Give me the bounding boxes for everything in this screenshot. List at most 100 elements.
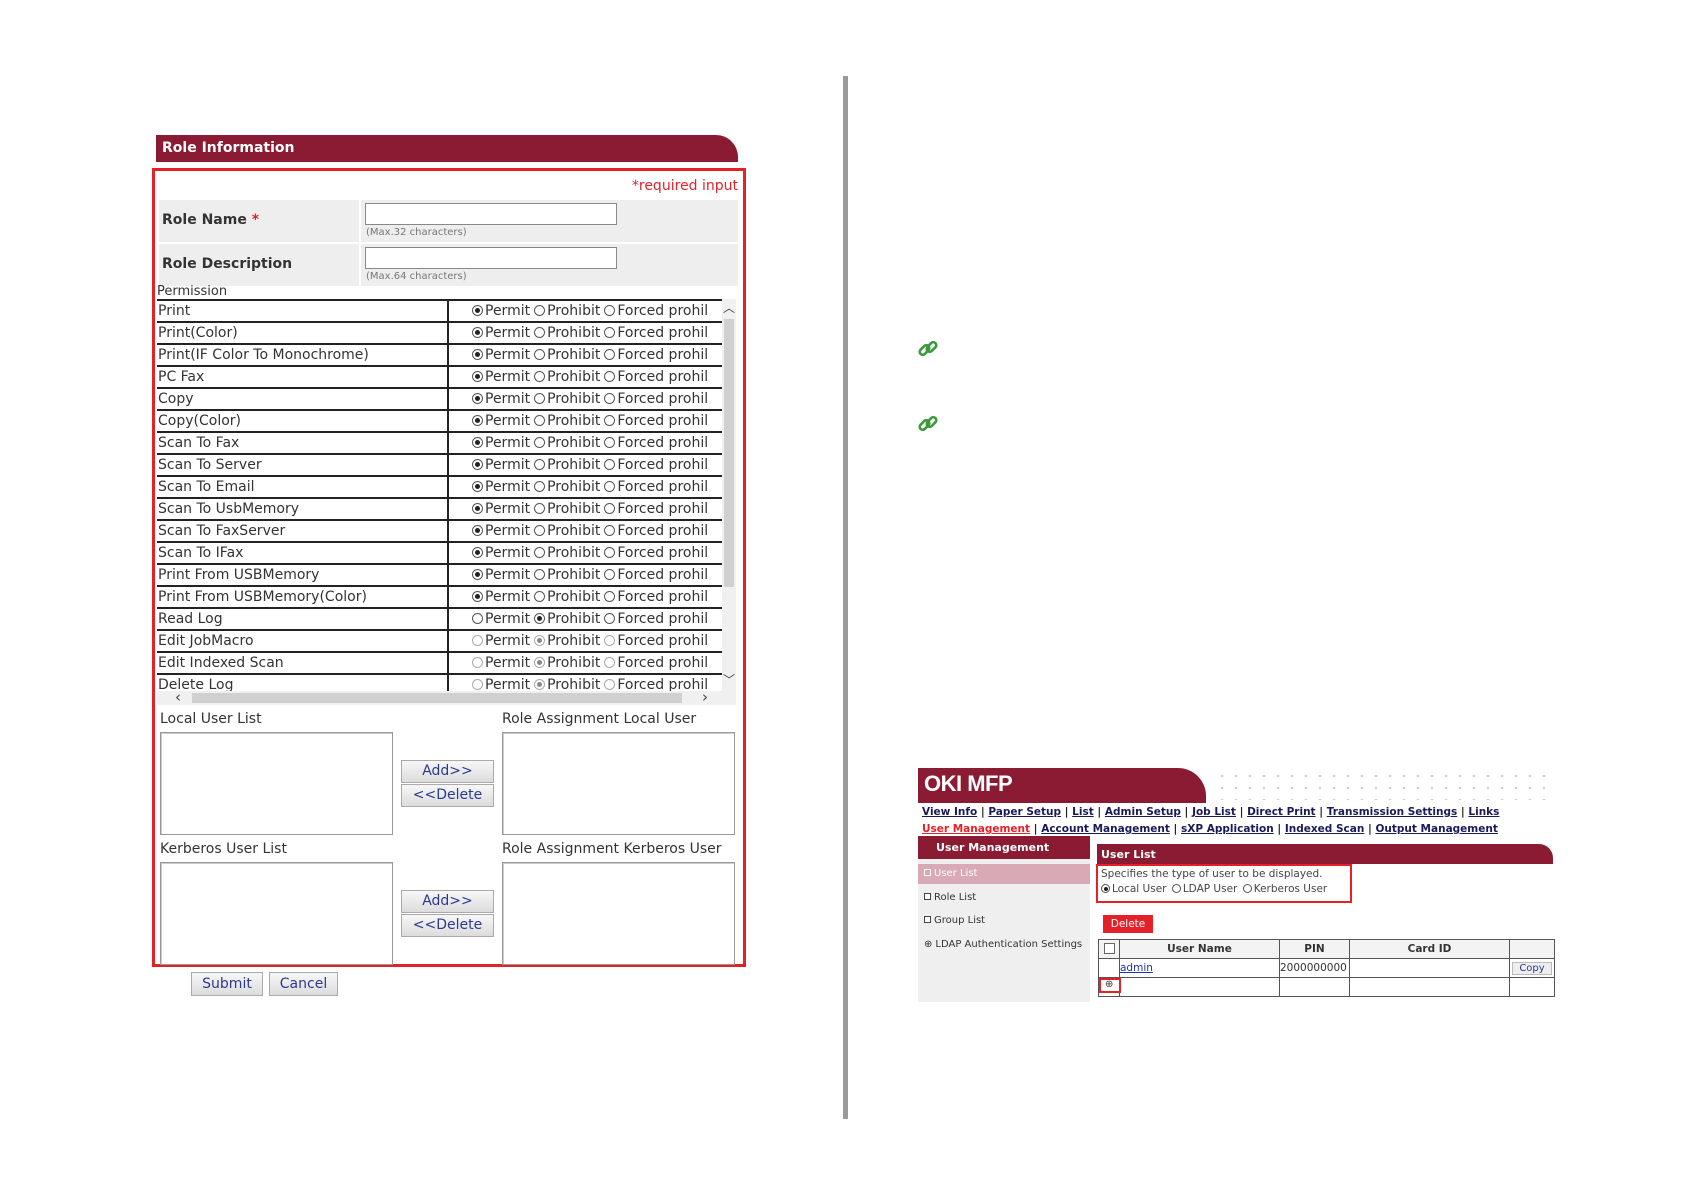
role-assignment-kerberos-list[interactable] [502, 862, 735, 965]
prohibit-radio[interactable] [534, 393, 546, 404]
nav-link-job-list[interactable]: Job List [1192, 806, 1236, 818]
nav-link-user-management[interactable]: User Management [922, 823, 1030, 835]
scroll-up-icon[interactable]: ︿ [723, 299, 735, 316]
nav-link-view-info[interactable]: View Info [922, 806, 977, 818]
nav-link-transmission-settings[interactable]: Transmission Settings [1327, 806, 1458, 818]
delete-button[interactable]: Delete [1103, 915, 1153, 933]
prohibit-radio[interactable] [534, 547, 546, 558]
sidebar-item-role-list[interactable]: Role List [918, 888, 1090, 908]
option-label: Forced prohil [617, 435, 709, 451]
scroll-thumb[interactable] [724, 319, 734, 587]
link-icon[interactable] [917, 338, 939, 360]
role-name-input[interactable] [365, 203, 617, 225]
forced-prohibit-radio[interactable] [604, 371, 616, 382]
forced-prohibit-radio[interactable] [604, 459, 616, 470]
permit-radio[interactable] [472, 415, 483, 426]
select-all-checkbox[interactable] [1103, 942, 1115, 954]
forced-prohibit-radio[interactable] [604, 613, 616, 624]
add-local-button[interactable]: Add>> [401, 760, 494, 783]
local-user-radio[interactable] [1101, 884, 1110, 893]
permit-radio[interactable] [472, 525, 483, 536]
add-kerberos-button[interactable]: Add>> [401, 890, 494, 913]
forced-prohibit-radio[interactable] [604, 547, 616, 558]
delete-kerberos-button[interactable]: <<Delete [401, 914, 494, 937]
nav-link-links[interactable]: Links [1468, 806, 1499, 818]
sidebar-item-group-list[interactable]: Group List [918, 911, 1090, 931]
role-assignment-local-list[interactable] [502, 732, 735, 835]
permit-radio[interactable] [472, 327, 483, 338]
kerberos-user-radio[interactable] [1242, 884, 1252, 893]
nav-link-admin-setup[interactable]: Admin Setup [1105, 806, 1181, 818]
nav-link-account-management[interactable]: Account Management [1041, 823, 1170, 835]
horizontal-scrollbar[interactable]: ‹ › [157, 688, 736, 706]
column-pin[interactable]: PIN [1279, 939, 1350, 959]
forced-prohibit-radio[interactable] [604, 327, 616, 338]
prohibit-radio[interactable] [534, 525, 546, 536]
permit-radio[interactable] [472, 503, 483, 514]
prohibit-radio[interactable] [534, 503, 546, 514]
prohibit-radio[interactable] [534, 327, 546, 338]
permit-radio[interactable] [472, 569, 483, 580]
prohibit-radio[interactable] [534, 371, 546, 382]
permit-radio[interactable] [472, 393, 483, 404]
ldap-user-radio[interactable] [1171, 884, 1181, 893]
permit-radio[interactable] [472, 613, 483, 624]
permit-radio[interactable] [472, 591, 483, 602]
oki-mfp-title-bar: OKI MFP [918, 768, 1206, 803]
prohibit-radio[interactable] [534, 481, 546, 492]
prohibit-radio[interactable] [534, 305, 546, 316]
prohibit-radio[interactable] [534, 591, 546, 602]
column-user-name[interactable]: User Name [1119, 939, 1280, 959]
nav-link-paper-setup[interactable]: Paper Setup [988, 806, 1061, 818]
nav-link-list[interactable]: List [1072, 806, 1094, 818]
link-icon[interactable] [917, 413, 939, 435]
forced-prohibit-radio[interactable] [604, 503, 616, 514]
option-label: Permit [485, 589, 531, 605]
permit-radio[interactable] [472, 547, 483, 558]
add-user-button[interactable]: ⊕ [1099, 978, 1121, 993]
forced-prohibit-radio[interactable] [604, 591, 616, 602]
submit-button[interactable]: Submit [191, 972, 263, 996]
forced-prohibit-radio[interactable] [604, 525, 616, 536]
copy-button[interactable]: Copy [1512, 961, 1552, 975]
scroll-down-icon[interactable]: ﹀ [723, 671, 735, 688]
permission-table-container[interactable]: Print Permit Prohibit Forced prohil Print(Co… [157, 299, 736, 691]
prohibit-radio[interactable] [534, 349, 546, 360]
prohibit-radio[interactable] [534, 459, 546, 470]
nav-link-output-management[interactable]: Output Management [1375, 823, 1497, 835]
forced-prohibit-radio[interactable] [604, 437, 616, 448]
cancel-button[interactable]: Cancel [269, 972, 338, 996]
forced-prohibit-radio[interactable] [604, 349, 616, 360]
sidebar-item-user-list[interactable]: User List [918, 864, 1090, 884]
forced-prohibit-radio[interactable] [604, 415, 616, 426]
forced-prohibit-radio[interactable] [604, 569, 616, 580]
prohibit-radio[interactable] [534, 569, 546, 580]
nav-link-indexed-scan[interactable]: Indexed Scan [1285, 823, 1364, 835]
delete-local-button[interactable]: <<Delete [401, 784, 494, 807]
prohibit-radio[interactable] [534, 437, 546, 448]
prohibit-radio[interactable] [534, 415, 546, 426]
permit-radio[interactable] [472, 481, 483, 492]
nav-link-direct-print[interactable]: Direct Print [1247, 806, 1315, 818]
forced-prohibit-radio[interactable] [604, 481, 616, 492]
permit-radio[interactable] [472, 371, 483, 382]
horizontal-scroll-thumb[interactable] [192, 693, 682, 703]
role-description-input[interactable] [365, 247, 617, 269]
vertical-scrollbar[interactable]: ︿ ﹀ [722, 299, 736, 691]
permit-radio[interactable] [472, 305, 483, 316]
permit-radio[interactable] [472, 459, 483, 470]
forced-prohibit-radio[interactable] [604, 393, 616, 404]
scroll-right-icon[interactable]: › [702, 688, 708, 706]
local-user-list[interactable] [160, 732, 393, 835]
user-link-admin[interactable]: admin [1120, 962, 1153, 974]
nav-link-sxp-application[interactable]: sXP Application [1181, 823, 1274, 835]
permit-radio[interactable] [472, 437, 483, 448]
forced-prohibit-radio[interactable] [604, 305, 616, 316]
permit-radio[interactable] [472, 349, 483, 360]
column-card-id[interactable]: Card ID [1349, 939, 1510, 959]
prohibit-radio[interactable] [534, 613, 546, 624]
kerberos-user-list[interactable] [160, 862, 393, 965]
scroll-left-icon[interactable]: ‹ [175, 688, 181, 706]
option-label: Prohibit [547, 589, 601, 605]
sidebar-item-ldap-settings[interactable]: ⊕ LDAP Authentication Settings [918, 935, 1090, 955]
